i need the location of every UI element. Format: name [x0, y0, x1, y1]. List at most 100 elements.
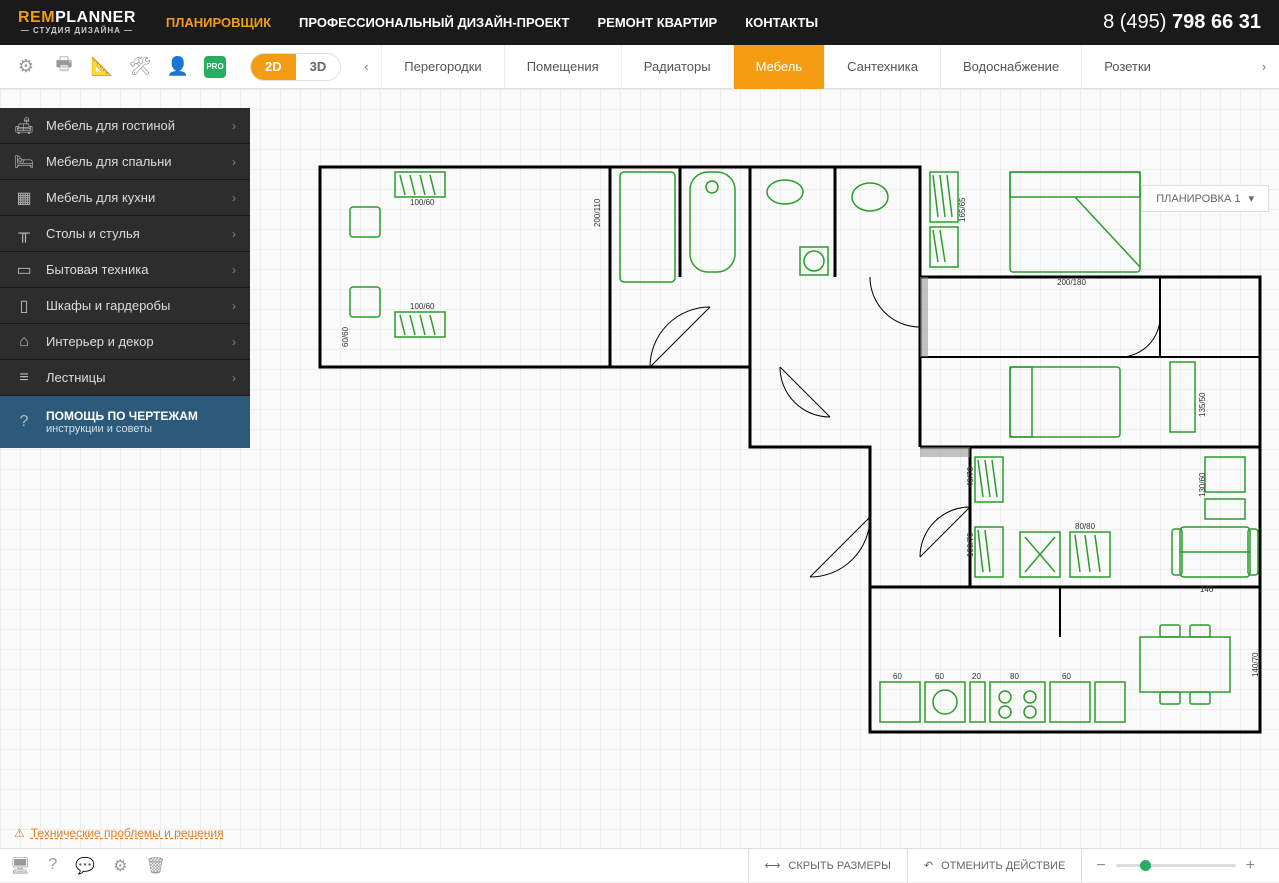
view-3d-button[interactable]: 3D: [296, 54, 341, 80]
sidebar-item-appliances[interactable]: ▭ Бытовая техника ›: [0, 252, 250, 288]
undo-button[interactable]: ↶ ОТМЕНИТЬ ДЕЙСТВИЕ: [907, 849, 1081, 883]
sidebar-label: Интерьер и декор: [46, 334, 220, 349]
svg-text:60: 60: [935, 672, 944, 681]
question-icon: ?: [14, 412, 34, 432]
settings-icon[interactable]: ⚙: [14, 55, 38, 79]
svg-text:165/65: 165/65: [958, 197, 967, 222]
logo-subtitle: — СТУДИЯ ДИЗАЙНА —: [18, 27, 136, 35]
toolbar: ⚙ 🖶 📐 🛠 👤 PRO 2D 3D ‹ Перегородки Помеще…: [0, 45, 1279, 89]
svg-text:140: 140: [1200, 585, 1214, 594]
tab-furniture[interactable]: Мебель: [733, 45, 825, 89]
scroll-left-icon[interactable]: ‹: [351, 45, 381, 89]
svg-text:140/70: 140/70: [1251, 652, 1260, 677]
zoom-in-button[interactable]: +: [1246, 857, 1255, 875]
logo[interactable]: REMPLANNER — СТУДИЯ ДИЗАЙНА —: [18, 10, 136, 35]
dimension-icon: ⟷: [765, 859, 781, 872]
sidebar-item-wardrobes[interactable]: ▯ Шкафы и гардеробы ›: [0, 288, 250, 324]
footer-bar: 🖥 ? 💬 ⚙ 🗑 ⟷ СКРЫТЬ РАЗМЕРЫ ↶ ОТМЕНИТЬ ДЕ…: [0, 848, 1279, 882]
nav-planner[interactable]: ПЛАНИРОВЩИК: [166, 15, 271, 30]
logo-planner: PLANNER: [55, 9, 136, 26]
chevron-right-icon: ›: [232, 119, 236, 133]
sofa-icon: 🛋: [14, 116, 34, 136]
tab-plumbing[interactable]: Сантехника: [824, 45, 940, 89]
hide-dims-label: СКРЫТЬ РАЗМЕРЫ: [788, 860, 890, 872]
sidebar-item-tables[interactable]: ╥ Столы и стулья ›: [0, 216, 250, 252]
sidebar-item-stairs[interactable]: ≡ Лестницы ›: [0, 360, 250, 396]
view-2d-button[interactable]: 2D: [251, 54, 296, 80]
help-subtitle: инструкции и советы: [46, 423, 198, 435]
scroll-right-icon[interactable]: ›: [1249, 45, 1279, 89]
help-icon[interactable]: ?: [48, 856, 57, 876]
tab-sockets[interactable]: Розетки: [1081, 45, 1173, 89]
chevron-right-icon: ›: [232, 227, 236, 241]
trash-icon[interactable]: 🗑: [145, 856, 165, 876]
chevron-right-icon: ›: [232, 299, 236, 313]
logo-rem: REM: [18, 9, 55, 26]
nav-design[interactable]: ПРОФЕССИОНАЛЬНЫЙ ДИЗАЙН-ПРОЕКТ: [299, 15, 569, 30]
floorplan-drawing[interactable]: 100/60 100/60 60/60 200/110 165/65 200/1…: [310, 157, 1270, 757]
nav-repair[interactable]: РЕМОНТ КВАРТИР: [597, 15, 717, 30]
ruler-icon[interactable]: 📐: [90, 55, 114, 79]
undo-icon: ↶: [924, 859, 933, 872]
view-mode-toggle: 2D 3D: [250, 53, 341, 81]
main-header: REMPLANNER — СТУДИЯ ДИЗАЙНА — ПЛАНИРОВЩИ…: [0, 0, 1279, 45]
home-icon: ⌂: [14, 332, 34, 352]
tab-walls[interactable]: Перегородки: [381, 45, 503, 89]
hide-dimensions-button[interactable]: ⟷ СКРЫТЬ РАЗМЕРЫ: [748, 849, 907, 883]
screen-icon[interactable]: 🖥: [10, 856, 30, 876]
cabinet-icon: ▦: [14, 188, 34, 208]
sidebar-item-bedroom[interactable]: 🛏 Мебель для спальни ›: [0, 144, 250, 180]
tab-water[interactable]: Водоснабжение: [940, 45, 1081, 89]
svg-text:80/80: 80/80: [1075, 522, 1096, 531]
pro-badge[interactable]: PRO: [204, 56, 226, 78]
tab-radiators[interactable]: Радиаторы: [621, 45, 733, 89]
tools-icon[interactable]: 🛠: [128, 55, 152, 79]
tool-icons-group: ⚙ 🖶 📐 🛠 👤 PRO: [0, 55, 240, 79]
tabs-container: ‹ Перегородки Помещения Радиаторы Мебель…: [351, 45, 1279, 89]
nav-contacts[interactable]: КОНТАКТЫ: [745, 15, 818, 30]
zoom-slider[interactable]: [1116, 864, 1236, 867]
phone-number[interactable]: 8 (495) 798 66 31: [1103, 11, 1261, 34]
tech-problems-link[interactable]: ⚠ Технические проблемы и решения: [14, 826, 224, 840]
sidebar-label: Мебель для кухни: [46, 190, 220, 205]
chat-icon[interactable]: 💬: [75, 856, 95, 876]
sidebar-label: Столы и стулья: [46, 226, 220, 241]
svg-text:100/60: 100/60: [410, 198, 435, 207]
svg-text:130/60: 130/60: [1198, 472, 1207, 497]
svg-text:200/110: 200/110: [593, 198, 602, 227]
warning-icon: ⚠: [14, 826, 25, 840]
sidebar-label: Шкафы и гардеробы: [46, 298, 220, 313]
print-icon[interactable]: 🖶: [52, 55, 76, 79]
svg-text:135/50: 135/50: [1198, 392, 1207, 417]
bed-icon: 🛏: [14, 152, 34, 172]
sidebar-item-kitchen[interactable]: ▦ Мебель для кухни ›: [0, 180, 250, 216]
zoom-thumb[interactable]: [1140, 860, 1151, 871]
footer-icon-group: 🖥 ? 💬 ⚙ 🗑: [10, 856, 166, 876]
sidebar-help-button[interactable]: ? ПОМОЩЬ ПО ЧЕРТЕЖАМ инструкции и советы: [0, 396, 250, 448]
sidebar-label: Лестницы: [46, 370, 220, 385]
zoom-out-button[interactable]: −: [1096, 857, 1105, 875]
furniture-sidebar: 🛋 Мебель для гостиной › 🛏 Мебель для спа…: [0, 108, 250, 448]
chevron-right-icon: ›: [232, 191, 236, 205]
sidebar-label: Мебель для спальни: [46, 154, 220, 169]
sidebar-label: Мебель для гостиной: [46, 118, 220, 133]
svg-text:60/60: 60/60: [341, 326, 350, 347]
user-icon[interactable]: 👤: [166, 55, 190, 79]
phone-prefix: 8 (495): [1103, 11, 1172, 33]
svg-text:40/70: 40/70: [966, 466, 975, 487]
tab-rooms[interactable]: Помещения: [504, 45, 621, 89]
gear-icon[interactable]: ⚙: [113, 856, 127, 876]
undo-label: ОТМЕНИТЬ ДЕЙСТВИЕ: [941, 860, 1065, 872]
main-nav: ПЛАНИРОВЩИК ПРОФЕССИОНАЛЬНЫЙ ДИЗАЙН-ПРОЕ…: [166, 15, 1103, 30]
chevron-right-icon: ›: [232, 371, 236, 385]
svg-text:200/180: 200/180: [1057, 278, 1086, 287]
help-title: ПОМОЩЬ ПО ЧЕРТЕЖАМ: [46, 409, 198, 423]
svg-text:80: 80: [1010, 672, 1019, 681]
sidebar-item-decor[interactable]: ⌂ Интерьер и декор ›: [0, 324, 250, 360]
svg-text:20: 20: [972, 672, 981, 681]
category-tabs: Перегородки Помещения Радиаторы Мебель С…: [381, 45, 1249, 89]
sidebar-help-text: ПОМОЩЬ ПО ЧЕРТЕЖАМ инструкции и советы: [46, 409, 198, 435]
sidebar-item-living[interactable]: 🛋 Мебель для гостиной ›: [0, 108, 250, 144]
svg-text:100/70: 100/70: [966, 532, 975, 557]
tech-problems-text: Технические проблемы и решения: [31, 826, 224, 840]
